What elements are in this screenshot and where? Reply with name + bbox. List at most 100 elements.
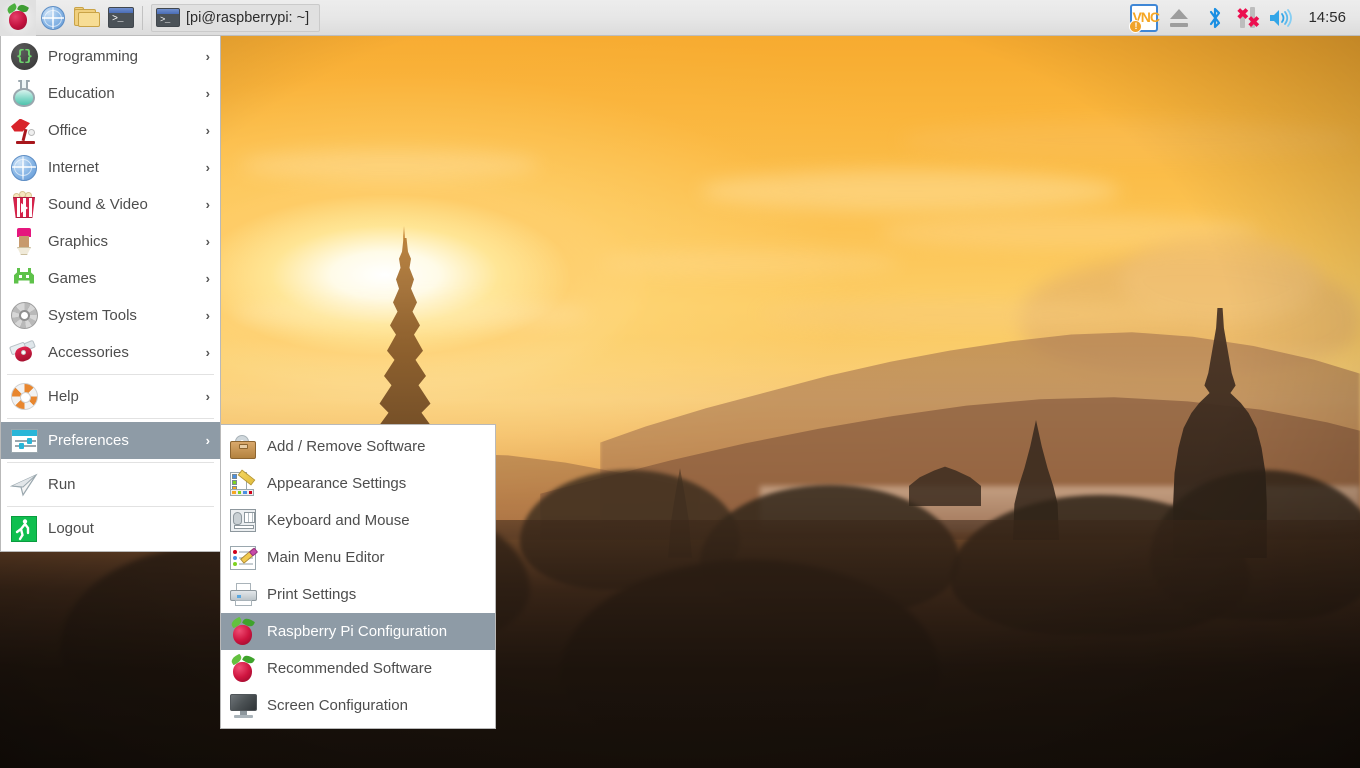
paper-plane-icon xyxy=(9,470,39,500)
taskbar: >_ >_ [pi@raspberrypi: ~] VNC ! ✖ ✖ 14:5… xyxy=(0,0,1360,36)
chevron-right-icon: › xyxy=(205,197,210,212)
menu-item-graphics[interactable]: Graphics › xyxy=(1,223,220,260)
flask-icon xyxy=(9,79,39,109)
chevron-right-icon: › xyxy=(205,389,210,404)
menu-item-label: Run xyxy=(48,476,76,493)
globe-icon xyxy=(9,153,39,183)
menu-item-accessories[interactable]: Accessories › xyxy=(1,334,220,371)
launcher-web-browser[interactable] xyxy=(36,1,70,35)
menu-item-label: Programming xyxy=(48,48,139,65)
gear-icon xyxy=(9,301,39,331)
paintbrush-icon xyxy=(9,227,39,257)
menu-separator xyxy=(7,418,214,419)
folder-icon xyxy=(74,7,100,28)
submenu-item-label: Recommended Software xyxy=(267,660,433,677)
menu-item-label: Education xyxy=(48,85,115,102)
submenu-item-add-remove-software[interactable]: Add / Remove Software xyxy=(221,428,495,465)
menu-item-label: Graphics xyxy=(48,233,109,250)
menu-editor-icon xyxy=(229,544,259,572)
menu-separator xyxy=(7,506,214,507)
tray-vnc-button[interactable]: VNC ! xyxy=(1128,1,1160,35)
chevron-right-icon: › xyxy=(205,234,210,249)
menu-item-programming[interactable]: {} Programming › xyxy=(1,38,220,75)
submenu-item-label: Main Menu Editor xyxy=(267,549,385,566)
clock[interactable]: 14:56 xyxy=(1298,9,1352,26)
desk-lamp-icon xyxy=(9,116,39,146)
submenu-item-recommended-software[interactable]: Recommended Software xyxy=(221,650,495,687)
network-disconnected-icon: ✖ ✖ xyxy=(1236,5,1261,31)
menu-item-label: Games xyxy=(48,270,97,287)
tray-eject-button[interactable] xyxy=(1162,1,1196,35)
terminal-icon: >_ xyxy=(108,7,134,28)
submenu-item-print-settings[interactable]: Print Settings xyxy=(221,576,495,613)
submenu-item-screen-configuration[interactable]: Screen Configuration xyxy=(221,687,495,724)
launcher-terminal[interactable]: >_ xyxy=(104,1,138,35)
alien-invader-icon xyxy=(9,264,39,294)
menu-item-label: Accessories xyxy=(48,344,129,361)
volume-icon xyxy=(1268,7,1294,29)
chevron-right-icon: › xyxy=(205,160,210,175)
submenu-item-label: Screen Configuration xyxy=(267,697,408,714)
eject-icon xyxy=(1169,8,1189,27)
software-briefcase-icon xyxy=(229,433,257,461)
raspberry-icon xyxy=(229,616,257,646)
bluetooth-icon xyxy=(1205,6,1225,30)
code-icon: {} xyxy=(9,42,39,72)
menu-item-label: Help xyxy=(48,388,79,405)
menu-item-help[interactable]: Help › xyxy=(1,378,220,415)
vnc-icon: VNC ! xyxy=(1129,3,1160,33)
raspberry-icon xyxy=(229,653,257,683)
chevron-right-icon: › xyxy=(205,433,210,448)
submenu-item-label: Raspberry Pi Configuration xyxy=(267,623,448,640)
launcher-file-manager[interactable] xyxy=(70,1,104,35)
menu-item-label: System Tools xyxy=(48,307,137,324)
submenu-item-label: Add / Remove Software xyxy=(267,438,426,455)
menu-item-label: Logout xyxy=(48,520,94,537)
main-menu: {} Programming › Education › Office › In… xyxy=(0,36,221,552)
submenu-item-label: Keyboard and Mouse xyxy=(267,512,410,529)
vnc-warning-badge: ! xyxy=(1129,19,1143,33)
window-button-label: [pi@raspberrypi: ~] xyxy=(186,9,310,26)
raspberry-menu-button[interactable] xyxy=(0,0,36,36)
popcorn-icon xyxy=(9,190,39,220)
chevron-right-icon: › xyxy=(205,271,210,286)
tray-volume-button[interactable] xyxy=(1266,1,1296,35)
menu-item-label: Office xyxy=(48,122,87,139)
menu-item-logout[interactable]: Logout xyxy=(1,510,220,547)
menu-item-preferences[interactable]: Preferences › xyxy=(1,422,220,459)
menu-item-label: Preferences xyxy=(48,432,129,449)
submenu-item-appearance-settings[interactable]: Appearance Settings xyxy=(221,465,495,502)
menu-item-games[interactable]: Games › xyxy=(1,260,220,297)
menu-item-label: Internet xyxy=(48,159,99,176)
taskbar-separator xyxy=(142,5,143,30)
preferences-submenu: Add / Remove Software Appearance Setting… xyxy=(220,424,496,729)
keyboard-mouse-icon xyxy=(229,507,257,535)
submenu-item-keyboard-and-mouse[interactable]: Keyboard and Mouse xyxy=(221,502,495,539)
chevron-right-icon: › xyxy=(205,123,210,138)
chevron-right-icon: › xyxy=(205,345,210,360)
menu-item-internet[interactable]: Internet › xyxy=(1,149,220,186)
system-tray: VNC ! ✖ ✖ 14:56 xyxy=(1128,0,1360,36)
menu-item-run[interactable]: Run xyxy=(1,466,220,503)
menu-item-system-tools[interactable]: System Tools › xyxy=(1,297,220,334)
submenu-item-label: Appearance Settings xyxy=(267,475,407,492)
submenu-item-label: Print Settings xyxy=(267,586,357,603)
lifebuoy-icon xyxy=(9,382,39,412)
printer-icon xyxy=(229,581,257,609)
tray-bluetooth-button[interactable] xyxy=(1198,1,1232,35)
window-button-terminal[interactable]: >_ [pi@raspberrypi: ~] xyxy=(151,3,321,32)
submenu-item-main-menu-editor[interactable]: Main Menu Editor xyxy=(221,539,495,576)
menu-item-education[interactable]: Education › xyxy=(1,75,220,112)
submenu-item-raspberry-pi-configuration[interactable]: Raspberry Pi Configuration xyxy=(221,613,495,650)
appearance-icon xyxy=(229,469,257,498)
tray-network-button[interactable]: ✖ ✖ xyxy=(1234,1,1264,35)
menu-item-label: Sound & Video xyxy=(48,196,148,213)
menu-item-office[interactable]: Office › xyxy=(1,112,220,149)
sliders-icon xyxy=(9,426,39,456)
chevron-right-icon: › xyxy=(205,308,210,323)
terminal-icon: >_ xyxy=(156,8,180,27)
menu-separator xyxy=(7,374,214,375)
exit-runner-icon xyxy=(9,514,39,544)
taskbar-left-group: >_ >_ [pi@raspberrypi: ~] xyxy=(0,0,321,36)
menu-item-sound-and-video[interactable]: Sound & Video › xyxy=(1,186,220,223)
